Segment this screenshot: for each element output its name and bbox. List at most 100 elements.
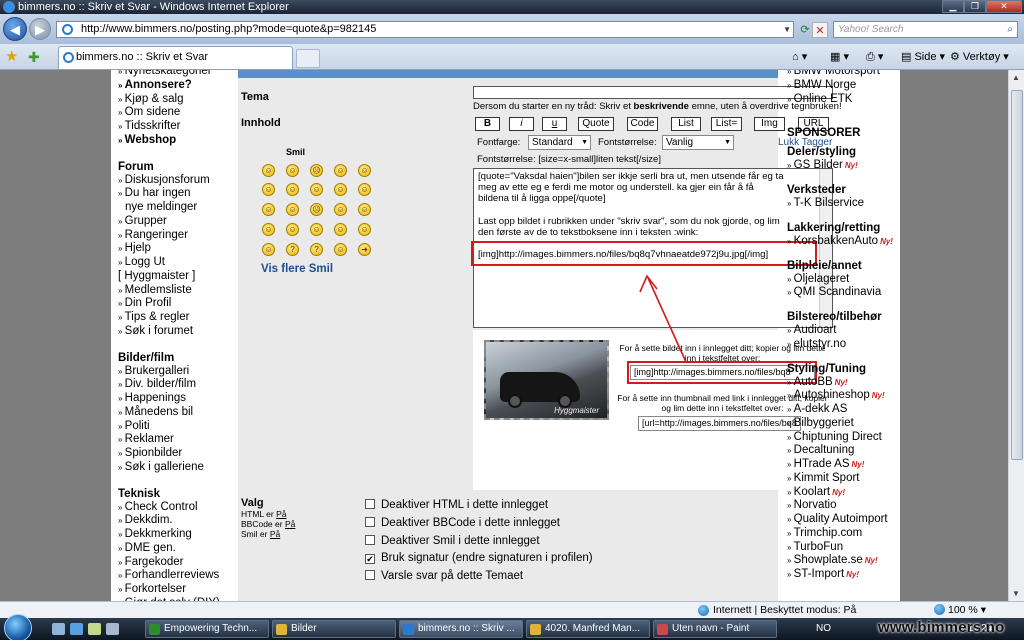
nav-link[interactable]: Månedens bil	[118, 406, 238, 420]
sponsor-name[interactable]: Audioart	[794, 324, 837, 336]
favorites-star-icon[interactable]: ★	[5, 49, 21, 65]
back-button[interactable]: ◀	[3, 17, 27, 41]
print-icon[interactable]: ⎙ ▾	[866, 50, 883, 64]
nav-link[interactable]: Tidsskrifter	[118, 120, 238, 134]
sponsor-link[interactable]: Kimmit Sport	[787, 472, 900, 486]
sponsor-link[interactable]: AutoshineshopNy!	[787, 389, 900, 403]
smil-on-link[interactable]: På	[270, 529, 280, 539]
sponsor-name[interactable]: Bilbyggeriet	[794, 417, 854, 429]
nav-link[interactable]: Grupper	[118, 215, 238, 229]
taskbar-window-button[interactable]: 4020. Manfred Man...	[526, 620, 650, 638]
new-tab-button[interactable]	[296, 49, 320, 68]
scroll-up-icon[interactable]: ▲	[1012, 73, 1020, 82]
sponsor-name[interactable]: Chiptuning Direct	[794, 431, 882, 443]
sponsor-link[interactable]: BMW Norge	[787, 79, 900, 93]
nav-link[interactable]: Politi	[118, 420, 238, 434]
page-scrollbar[interactable]: ▲ ▼	[1008, 70, 1024, 601]
nav-link[interactable]: Dekkmerking	[118, 528, 238, 542]
sponsor-link[interactable]: Online ETK	[787, 93, 900, 107]
minimize-button[interactable]: ▁	[942, 0, 964, 13]
nav-link[interactable]: Brukergalleri	[118, 365, 238, 379]
nav-link[interactable]: Din Profil	[118, 297, 238, 311]
nav-link[interactable]: Kjøp & salg	[118, 93, 238, 107]
browser-tab[interactable]: bimmers.no :: Skriv et Svar	[58, 46, 293, 69]
nav-link[interactable]: Reklamer	[118, 433, 238, 447]
sponsor-name[interactable]: Norvatio	[794, 499, 837, 511]
sponsor-name[interactable]: TurboFun	[794, 541, 843, 553]
nav-link[interactable]: Om sidene	[118, 106, 238, 120]
sponsor-name[interactable]: GS Bilder	[794, 159, 843, 171]
nav-link[interactable]: Spionbilder	[118, 447, 238, 461]
sponsor-name[interactable]: Quality Autoimport	[794, 513, 888, 525]
sponsor-link[interactable]: Trimchip.com	[787, 527, 900, 541]
nav-link[interactable]: Hjelp	[118, 242, 238, 256]
home-icon[interactable]: ⌂ ▾	[792, 50, 807, 63]
option-checkbox[interactable]	[365, 499, 375, 509]
nav-link[interactable]: DME gen.	[118, 542, 238, 556]
nav-link[interactable]: Logg Ut	[118, 256, 238, 270]
media-quicklaunch-icon[interactable]	[88, 623, 101, 635]
taskbar-window-button[interactable]: Empowering Techn...	[145, 620, 269, 638]
sponsor-name[interactable]: HTrade AS	[794, 458, 850, 470]
nav-link[interactable]: Fargekoder	[118, 556, 238, 570]
search-icon[interactable]: ⌕	[1007, 22, 1013, 37]
scrollbar-thumb[interactable]	[1011, 90, 1023, 460]
address-input[interactable]: http://www.bimmers.no/posting.php?mode=q…	[56, 21, 794, 38]
refresh-icon[interactable]: ⟳	[797, 22, 813, 38]
add-favorite-icon[interactable]: ✚	[28, 49, 44, 65]
sponsor-name[interactable]: Koolart	[794, 486, 830, 498]
ie-quicklaunch-icon[interactable]	[70, 623, 83, 635]
search-input[interactable]: Yahoo! Search ⌕	[833, 21, 1018, 38]
nav-link[interactable]: Tips & regler	[118, 311, 238, 325]
sponsor-link[interactable]: AutoBBNy!	[787, 376, 900, 390]
sponsor-name[interactable]: elutstyr.no	[794, 338, 846, 350]
html-on-link[interactable]: På	[276, 509, 286, 519]
nav-link[interactable]: Du har ingen	[118, 187, 238, 201]
sponsor-link[interactable]: TurboFun	[787, 541, 900, 555]
sponsor-link[interactable]: Decaltuning	[787, 444, 900, 458]
sponsor-link[interactable]: Quality Autoimport	[787, 513, 900, 527]
nav-link[interactable]: Annonsere?	[118, 79, 238, 93]
tools-menu[interactable]: ⚙ Verktøy ▾	[950, 50, 1009, 63]
sponsor-link[interactable]: Audioart	[787, 324, 900, 338]
sponsor-name[interactable]: Decaltuning	[794, 444, 855, 456]
stop-icon[interactable]: ✕	[812, 22, 828, 38]
taskbar-window-button[interactable]: Bilder	[272, 620, 396, 638]
nav-link[interactable]: nye meldinger	[118, 201, 238, 215]
switch-windows-icon[interactable]	[106, 623, 119, 635]
sponsor-link[interactable]: Chiptuning Direct	[787, 431, 900, 445]
taskbar-window-button[interactable]: Uten navn - Paint	[653, 620, 777, 638]
zoom-level[interactable]: 100 % ▾	[948, 602, 986, 618]
nav-link[interactable]: Div. bilder/film	[118, 378, 238, 392]
sponsor-link[interactable]: BMW Motorsport	[787, 70, 900, 79]
nav-link[interactable]: Happenings	[118, 392, 238, 406]
sponsor-link[interactable]: QMI Scandinavia	[787, 286, 900, 300]
sponsor-link[interactable]: Norvatio	[787, 499, 900, 513]
nav-link[interactable]: Dekkdim.	[118, 514, 238, 528]
nav-link[interactable]: Check Control	[118, 501, 238, 515]
sponsor-name[interactable]: Autoshineshop	[794, 389, 870, 401]
scroll-down-icon[interactable]: ▼	[1012, 589, 1020, 598]
page-menu[interactable]: ▤ Side ▾	[901, 50, 945, 63]
sponsor-name[interactable]: Oljelageret	[794, 273, 850, 285]
taskbar-window-button[interactable]: bimmers.no :: Skriv ...	[399, 620, 523, 638]
sponsor-name[interactable]: Showplate.se	[794, 554, 863, 566]
option-checkbox[interactable]	[365, 516, 375, 527]
sponsor-link[interactable]: Bilbyggeriet	[787, 417, 900, 431]
close-button[interactable]: ✕	[986, 0, 1022, 13]
nav-link[interactable]: Nyhetskategorier	[118, 70, 238, 79]
show-desktop-icon[interactable]	[52, 623, 65, 635]
sponsor-name[interactable]: ST-Import	[794, 568, 844, 580]
nav-link[interactable]: Søk i forumet	[118, 325, 238, 339]
bbcode-on-link[interactable]: På	[285, 519, 295, 529]
start-button[interactable]	[4, 614, 32, 640]
sponsor-link[interactable]: KorsbakkenAutoNy!	[787, 235, 900, 249]
nav-link[interactable]: Medlemsliste	[118, 284, 238, 298]
sponsor-link[interactable]: Oljelageret	[787, 273, 900, 287]
sponsor-link[interactable]: GS BilderNy!	[787, 159, 900, 173]
sponsor-link[interactable]: A-dekk AS	[787, 403, 900, 417]
sponsor-name[interactable]: T-K Bilservice	[794, 197, 864, 209]
sponsor-name[interactable]: KorsbakkenAuto	[794, 235, 878, 247]
option-checkbox[interactable]: ✔	[365, 554, 375, 565]
maximize-button[interactable]: ❐	[964, 0, 986, 13]
